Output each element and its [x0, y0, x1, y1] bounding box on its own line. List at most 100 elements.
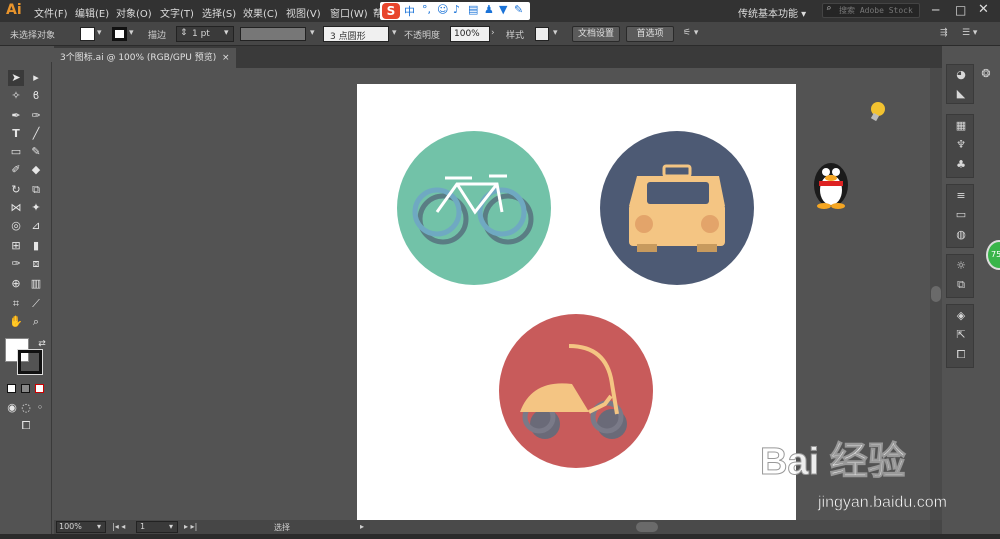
zoom-tool-icon[interactable]: ⌕: [28, 314, 44, 330]
artboard-nav[interactable]: 1 ▾: [136, 521, 178, 533]
screen-mode-icon[interactable]: ⧠: [18, 418, 34, 434]
arrange-docs-icon[interactable]: ⚟ ▾: [683, 28, 698, 38]
paintbrush-icon[interactable]: ✎: [28, 144, 44, 160]
gradient-tool-icon[interactable]: ▮: [28, 238, 44, 254]
horizontal-scrollbar[interactable]: [370, 520, 930, 534]
punct-icon[interactable]: °,: [422, 3, 431, 16]
zoom-select[interactable]: 100% ▾: [56, 521, 106, 533]
blend-tool-icon[interactable]: ⧈: [28, 256, 44, 272]
draw-inside-icon[interactable]: ◦: [32, 400, 48, 416]
shape-builder-icon[interactable]: ◎: [8, 218, 24, 234]
cc-libraries-icon[interactable]: ❂: [978, 66, 994, 82]
shirt-icon[interactable]: ▼: [499, 3, 507, 16]
menu-effect[interactable]: 效果(C): [243, 5, 278, 20]
opacity-input[interactable]: 100%: [450, 26, 490, 42]
maximize-icon[interactable]: □: [955, 3, 966, 17]
panel-menu-icon[interactable]: ☰ ▾: [962, 28, 977, 38]
selection-tool-icon[interactable]: ➤: [8, 70, 24, 86]
ime-toolbar[interactable]: S 中 °, ☺ ♪ ▤ ♟ ▼ ✎: [380, 2, 530, 20]
menu-file[interactable]: 文件(F): [34, 5, 68, 20]
preferences-button[interactable]: 首选项: [626, 26, 674, 42]
sogou-logo-icon[interactable]: S: [382, 3, 400, 19]
scooter-icon[interactable]: [499, 314, 653, 468]
workspace-switcher[interactable]: 传统基本功能 ▾: [738, 5, 806, 20]
horizontal-scroll-thumb[interactable]: [636, 522, 658, 532]
pen-tool-icon[interactable]: ✒: [8, 108, 24, 124]
status-menu-icon[interactable]: ▸: [360, 522, 364, 531]
mesh-tool-icon[interactable]: ⊞: [8, 238, 24, 254]
menu-view[interactable]: 视图(V): [286, 5, 321, 20]
symbol-sprayer-icon[interactable]: ⊕: [8, 276, 24, 292]
menu-edit[interactable]: 编辑(E): [75, 5, 109, 20]
skin-icon[interactable]: ♟: [484, 3, 494, 16]
stock-search-input[interactable]: ⌕ 搜索 Adobe Stock: [822, 3, 920, 18]
menu-type[interactable]: 文字(T): [160, 5, 194, 20]
layers-icon[interactable]: ◈: [953, 308, 969, 324]
vertical-scroll-thumb[interactable]: [931, 286, 941, 302]
graphic-style-swatch[interactable]: [535, 27, 549, 41]
direct-selection-tool-icon[interactable]: ▸: [28, 70, 44, 86]
gradient-mode-icon[interactable]: [21, 384, 30, 393]
rotate-tool-icon[interactable]: ↻: [8, 182, 24, 198]
artboards-icon[interactable]: ⧠: [953, 347, 969, 363]
line-tool-icon[interactable]: ╱: [28, 126, 44, 142]
curvature-tool-icon[interactable]: ✑: [28, 108, 44, 124]
document-setup-button[interactable]: 文档设置: [572, 26, 620, 42]
mic-icon[interactable]: ♪: [453, 3, 460, 16]
stroke-dropdown-icon[interactable]: ▾: [129, 28, 134, 38]
panel-options-icon[interactable]: ⇶: [940, 28, 948, 38]
slice-tool-icon[interactable]: ⟋: [28, 296, 44, 312]
color-panel-icon[interactable]: ◕: [953, 67, 969, 83]
eraser-icon[interactable]: ◆: [28, 162, 44, 178]
symbols-icon[interactable]: ♣: [953, 157, 969, 173]
qq-penguin-icon[interactable]: [806, 150, 856, 210]
artboard-dropdown-icon[interactable]: ▾: [169, 522, 173, 531]
menu-select[interactable]: 选择(S): [202, 5, 236, 20]
lightbulb-icon[interactable]: [866, 100, 888, 122]
profile-dropdown-icon[interactable]: ▾: [310, 28, 315, 38]
color-guide-icon[interactable]: ◣: [953, 86, 969, 102]
eyedropper-icon[interactable]: ✑: [8, 256, 24, 272]
wrench-icon[interactable]: ✎: [514, 3, 523, 16]
menu-window[interactable]: 窗口(W): [330, 5, 368, 20]
type-tool-icon[interactable]: T: [8, 126, 24, 142]
zoom-dropdown-icon[interactable]: ▾: [97, 522, 101, 531]
stroke-color-box[interactable]: [17, 349, 43, 375]
perspective-grid-icon[interactable]: ⊿: [28, 218, 44, 234]
stepper-icon[interactable]: ⇕: [180, 28, 188, 38]
artboard-tool-icon[interactable]: ⌗: [8, 296, 24, 312]
document-tab[interactable]: 3个图标.ai @ 100% (RGB/GPU 预览) ×: [54, 48, 236, 68]
swatches-icon[interactable]: ▦: [953, 118, 969, 134]
width-tool-icon[interactable]: ⋈: [8, 200, 24, 216]
close-icon[interactable]: ✕: [978, 2, 989, 17]
chevron-down-icon[interactable]: ▾: [224, 28, 229, 38]
magic-wand-icon[interactable]: ✧: [8, 88, 24, 104]
emoji-icon[interactable]: ☺: [437, 3, 448, 16]
fill-swatch[interactable]: [80, 27, 95, 41]
minimize-icon[interactable]: ─: [932, 3, 939, 17]
brush-dropdown-icon[interactable]: ▾: [392, 28, 397, 38]
rectangle-tool-icon[interactable]: ▭: [8, 144, 24, 160]
taxi-icon[interactable]: [600, 131, 754, 285]
column-graph-icon[interactable]: ▥: [28, 276, 44, 292]
hand-tool-icon[interactable]: ✋: [8, 314, 24, 330]
none-mode-icon[interactable]: [35, 384, 44, 393]
style-dropdown-icon[interactable]: ▾: [553, 28, 558, 38]
scale-tool-icon[interactable]: ⧉: [28, 182, 44, 198]
keyboard-icon[interactable]: ▤: [468, 3, 478, 16]
menu-object[interactable]: 对象(O): [116, 5, 152, 20]
brush-definition[interactable]: 3 点圆形: [323, 26, 389, 42]
fill-dropdown-icon[interactable]: ▾: [97, 28, 102, 38]
stroke-weight-input[interactable]: ⇕ 1 pt ▾: [176, 26, 234, 42]
tab-close-icon[interactable]: ×: [222, 48, 230, 68]
variable-width-profile[interactable]: [240, 27, 306, 41]
last-artboard-icon[interactable]: ▸ ▸|: [184, 522, 197, 531]
gradient-panel-icon[interactable]: ▭: [953, 207, 969, 223]
bicycle-icon[interactable]: [397, 131, 551, 285]
transparency-icon[interactable]: ◍: [953, 227, 969, 243]
shaper-tool-icon[interactable]: ✐: [8, 162, 24, 178]
appearance-icon[interactable]: ☼: [953, 258, 969, 274]
export-icon[interactable]: ⇱: [953, 327, 969, 343]
color-mode-icon[interactable]: [7, 384, 16, 393]
graphic-styles-icon[interactable]: ⧉: [953, 277, 969, 293]
